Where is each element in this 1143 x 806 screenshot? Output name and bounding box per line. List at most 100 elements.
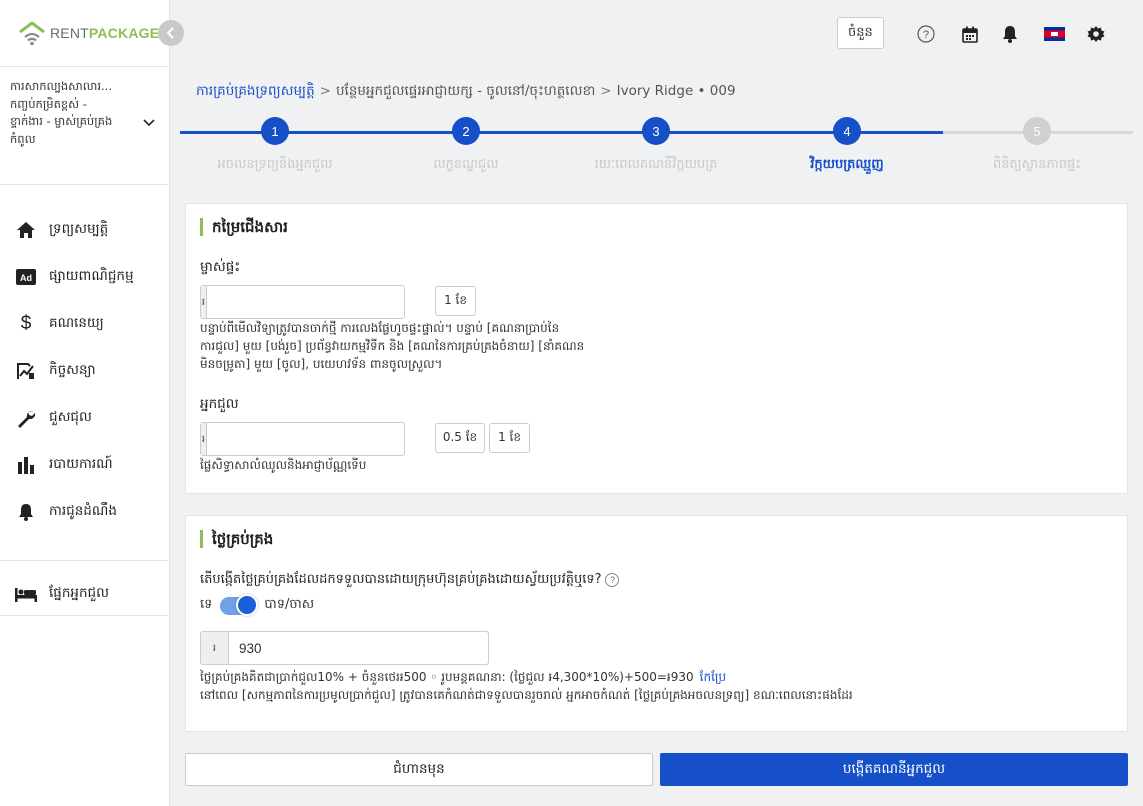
sidebar-item-accounting[interactable]: $ គណនេយ្យ bbox=[0, 300, 170, 347]
sidebar-item-tenant-section[interactable]: ផ្នែកអ្នកជួល bbox=[0, 570, 170, 617]
step-label: ពិនិត្យស្ថានភាពផ្ទះ bbox=[993, 157, 1081, 172]
sidebar-item-advertising[interactable]: Ad ផ្សាយពាណិជ្ជកម្ម bbox=[0, 253, 170, 300]
commission-title: កម្រៃជើងសារ bbox=[200, 218, 288, 236]
sidebar-divider bbox=[0, 66, 170, 67]
bar-chart-icon bbox=[15, 454, 37, 476]
sidebar-item-label: ផ្សាយពាណិជ្ជកម្ម bbox=[49, 267, 134, 284]
management-fee-title: ថ្លៃគ្រប់គ្រង bbox=[200, 530, 273, 548]
breadcrumb-add-tenant[interactable]: បន្ថែមអ្នកជួលផ្ទេរអាជ្ញាយក្ស - ចូលនៅ/ចុះ… bbox=[336, 83, 595, 99]
stepper: 1 អចលនទ្រព្យនិងអ្នកជួល 2 លក្ខខណ្ឌជួល 3 រ… bbox=[180, 112, 1133, 182]
previous-step-button[interactable]: ជំហានមុន bbox=[185, 753, 653, 786]
auto-fee-toggle-row: ទេ បាទ/ចាស bbox=[200, 593, 315, 616]
topbar: ចំនួន ? bbox=[170, 0, 1143, 66]
management-fee-help: ថ្លៃគ្រប់គ្រងគិតជាប្រាក់ជួល10% + ចំនួនថេ… bbox=[200, 668, 1120, 704]
logo-text: RENTPACKAGE bbox=[50, 25, 160, 41]
management-fee-input[interactable] bbox=[229, 632, 488, 664]
step-4[interactable]: 4 វិក្កយបត្រឈ្មួញ bbox=[772, 117, 922, 175]
owner-commission-input-group: ៛ bbox=[200, 285, 405, 319]
wrench-icon bbox=[15, 407, 37, 429]
fee-formula: ថ្លៃគ្រប់គ្រងគិតជាប្រាក់ជួល10% + ចំនួនថេ… bbox=[200, 670, 694, 684]
step-3[interactable]: 3 រយៈពេលគណនីវិក្កយបត្រ bbox=[581, 117, 731, 175]
tenant-half-month-chip[interactable]: 0.5 ខែ bbox=[435, 423, 485, 453]
edit-formula-link[interactable]: កែប្រែ bbox=[700, 670, 726, 684]
sidebar-item-label: ផ្នែកអ្នកជួល bbox=[49, 584, 109, 601]
sidebar-bottom: ផ្នែកអ្នកជួល bbox=[0, 570, 170, 617]
owner-label: ម្ចាស់ផ្ទះ bbox=[200, 259, 241, 275]
owner-1-month-chip[interactable]: 1 ខែ bbox=[435, 286, 476, 316]
property-selector[interactable]: ការសាកល្បងសាលារ... កញ្ចប់កម្រិតខ្ពស់ - ខ… bbox=[10, 78, 160, 148]
sidebar-item-label: ទ្រព្យសម្បត្តិ bbox=[49, 220, 109, 237]
property-selector-label: ការសាកល្បងសាលារ... កញ្ចប់កម្រិតខ្ពស់ - ខ… bbox=[10, 79, 113, 146]
step-label: លក្ខខណ្ឌជួល bbox=[433, 157, 499, 172]
management-fee-input-group: ៛ bbox=[200, 631, 489, 665]
step-circle: 1 bbox=[261, 117, 289, 145]
create-tenant-account-button[interactable]: បង្កើតគណនីអ្នកជួល bbox=[660, 753, 1128, 786]
home-icon bbox=[15, 219, 37, 241]
contract-icon bbox=[15, 360, 37, 382]
step-5[interactable]: 5 ពិនិត្យស្ថានភាពផ្ទះ bbox=[962, 117, 1112, 175]
breadcrumb: ការគ្រប់គ្រងទ្រព្យសម្បត្តិ > បន្ថែមអ្នកជួល… bbox=[196, 82, 736, 102]
tenant-commission-input[interactable] bbox=[207, 423, 404, 455]
svg-text:?: ? bbox=[923, 29, 929, 41]
tenant-help-text: ផ្លៃសិទ្ធាសាលំឈូលនិងអាជ្ញាប័ណ្ណទើប bbox=[200, 458, 367, 472]
help-line: មិនចម្រូតា] មួយ [ចូល], បយេហវទ័ន ពានចូលស្… bbox=[200, 357, 443, 371]
breadcrumb-separator: > bbox=[319, 83, 331, 99]
sidebar-divider bbox=[0, 184, 170, 185]
sidebar-item-properties[interactable]: ទ្រព្យសម្បត្តិ bbox=[0, 206, 170, 253]
sidebar-divider bbox=[0, 615, 170, 616]
breadcrumb-separator: > bbox=[600, 83, 612, 99]
owner-help-text: បន្ទាប់ពីមើលវិទ្យាត្រូវបានចាក់ថ្មី ការលេ… bbox=[200, 319, 660, 373]
chevron-left-icon bbox=[166, 27, 174, 39]
tenant-label: អ្នកជួល bbox=[200, 396, 239, 412]
step-circle: 5 bbox=[1023, 117, 1051, 145]
owner-commission-input[interactable] bbox=[207, 286, 404, 318]
sidebar-item-label: គណនេយ្យ bbox=[49, 314, 104, 331]
auto-fee-question-text: តើបង្កើតថ្លៃគ្រប់គ្រងដែលដកទទួលបានដោយក្រុ… bbox=[200, 572, 602, 587]
step-circle: 2 bbox=[452, 117, 480, 145]
toggle-yes-label: បាទ/ចាស bbox=[264, 597, 315, 612]
step-1[interactable]: 1 អចលនទ្រព្យនិងអ្នកជួល bbox=[200, 117, 350, 175]
breadcrumb-property-management[interactable]: ការគ្រប់គ្រងទ្រព្យសម្បត្តិ bbox=[196, 83, 315, 99]
sidebar: RENTPACKAGE ការសាកល្បងសាលារ... កញ្ចប់កម្… bbox=[0, 0, 170, 806]
sidebar-item-repairs[interactable]: ជួសជុល bbox=[0, 394, 170, 441]
svg-text:Ad: Ad bbox=[20, 273, 32, 283]
sidebar-item-label: ការជូនដំណឹង bbox=[49, 502, 117, 519]
cambodia-flag-icon[interactable] bbox=[1043, 24, 1065, 44]
dollar-icon: $ bbox=[20, 312, 32, 334]
auto-fee-question: តើបង្កើតថ្លៃគ្រប់គ្រងដែលដកទទួលបានដោយក្រុ… bbox=[200, 571, 620, 590]
ad-icon: Ad bbox=[15, 266, 37, 288]
step-label: អចលនទ្រព្យនិងអ្នកជួល bbox=[217, 157, 333, 172]
chevron-down-icon bbox=[142, 116, 156, 134]
sidebar-nav: ទ្រព្យសម្បត្តិ Ad ផ្សាយពាណិជ្ជកម្ម $ គណន… bbox=[0, 206, 170, 535]
sidebar-item-label: របាយការណ៍ bbox=[49, 455, 113, 472]
auto-fee-toggle[interactable] bbox=[220, 593, 259, 616]
sidebar-collapse-button[interactable] bbox=[158, 20, 184, 46]
sidebar-item-reports[interactable]: របាយការណ៍ bbox=[0, 441, 170, 488]
toggle-knob bbox=[236, 593, 259, 616]
help-line: ការជួល] មួយ [បង់រួច] ប្រព័ន្ធវាយកម្មវិទី… bbox=[200, 339, 585, 353]
logo-house-icon bbox=[18, 20, 46, 46]
logo[interactable]: RENTPACKAGE bbox=[18, 18, 159, 48]
tenant-1-month-chip[interactable]: 1 ខែ bbox=[489, 423, 530, 453]
quantity-button[interactable]: ចំនួន bbox=[837, 17, 884, 49]
sidebar-item-contracts[interactable]: កិច្ចសន្យា bbox=[0, 347, 170, 394]
sidebar-item-notifications[interactable]: ការជូនដំណឹង bbox=[0, 488, 170, 535]
fee-formula-line: ថ្លៃគ្រប់គ្រងគិតជាប្រាក់ជួល10% + ចំនួនថេ… bbox=[200, 668, 1120, 686]
help-line: បន្ទាប់ពីមើលវិទ្យាត្រូវបានចាក់ថ្មី ការលេ… bbox=[200, 321, 560, 335]
bed-icon bbox=[15, 583, 37, 605]
sidebar-divider bbox=[0, 560, 170, 561]
help-icon[interactable]: ? bbox=[916, 24, 936, 44]
bell-icon bbox=[15, 501, 37, 523]
breadcrumb-current-unit: Ivory Ridge • 009 bbox=[616, 83, 736, 99]
tenant-commission-input-group: ៛ bbox=[200, 422, 405, 456]
currency-prefix: ៛ bbox=[201, 632, 229, 664]
bell-icon[interactable] bbox=[1000, 24, 1020, 44]
fee-note: នៅពេល [សកម្មភាពនៃការប្រមូលប្រាក់ជួល] ត្រ… bbox=[200, 688, 853, 702]
step-2[interactable]: 2 លក្ខខណ្ឌជួល bbox=[391, 117, 541, 175]
gear-icon[interactable] bbox=[1086, 24, 1106, 44]
step-circle: 3 bbox=[642, 117, 670, 145]
sidebar-item-label: ជួសជុល bbox=[49, 408, 92, 425]
calendar-icon[interactable] bbox=[960, 24, 980, 44]
step-label-active: វិក្កយបត្រឈ្មួញ bbox=[810, 157, 884, 172]
help-icon[interactable]: ? bbox=[605, 572, 620, 587]
